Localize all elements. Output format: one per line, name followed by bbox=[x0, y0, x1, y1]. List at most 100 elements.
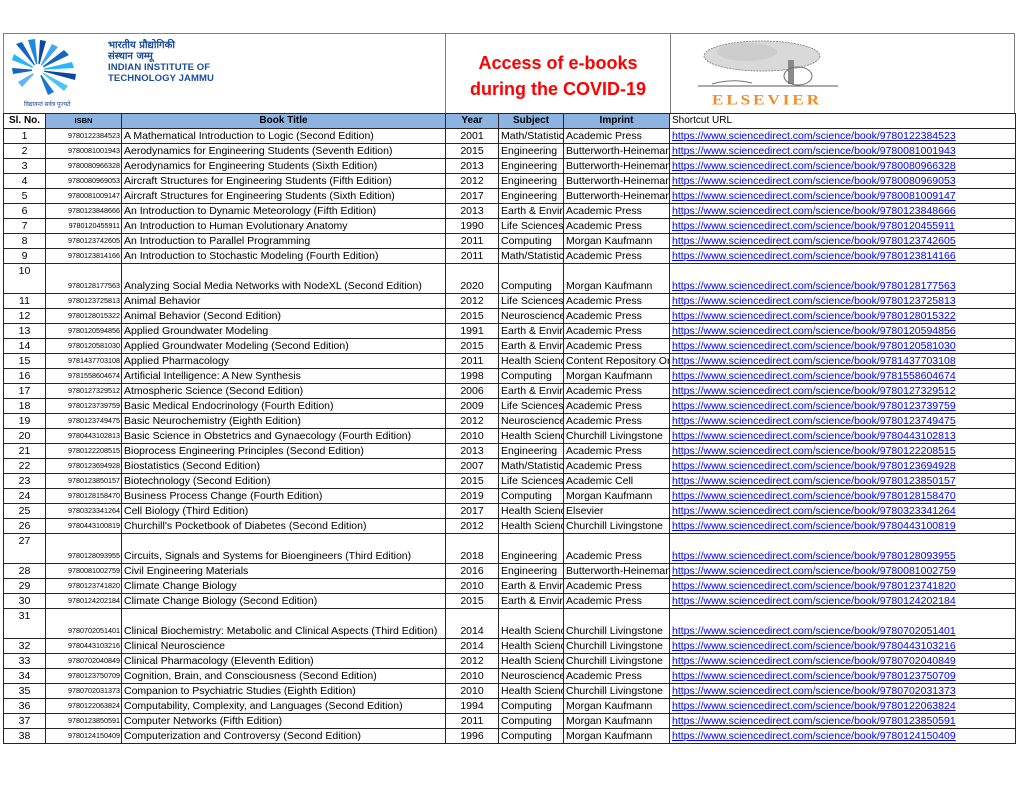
cell-isbn[interactable]: 9780080969053 bbox=[45, 173, 122, 189]
cell-slno[interactable]: 35 bbox=[3, 683, 46, 699]
cell-isbn[interactable]: 9780120594856 bbox=[45, 323, 122, 339]
cell-title[interactable]: Artificial Intelligence: A New Synthesis bbox=[121, 368, 446, 384]
col-header-year[interactable]: Year bbox=[445, 113, 499, 129]
cell-slno[interactable]: 28 bbox=[3, 563, 46, 579]
shortcut-url-link[interactable]: https://www.sciencedirect.com/science/bo… bbox=[672, 130, 956, 142]
cell-title[interactable]: Cell Biology (Third Edition) bbox=[121, 503, 446, 519]
cell-title[interactable]: Applied Groundwater Modeling bbox=[121, 323, 446, 339]
shortcut-url-link[interactable]: https://www.sciencedirect.com/science/bo… bbox=[672, 700, 956, 712]
cell-isbn[interactable]: 9780128158470 bbox=[45, 488, 122, 504]
cell-imprint[interactable]: Morgan Kaufmann bbox=[563, 233, 670, 249]
cell-imprint[interactable]: Academic Press bbox=[563, 578, 670, 594]
shortcut-url-link[interactable]: https://www.sciencedirect.com/science/bo… bbox=[672, 625, 956, 637]
cell-imprint[interactable]: Churchill Livingstone bbox=[563, 638, 670, 654]
cell-subject[interactable]: Engineering bbox=[498, 443, 564, 459]
cell-url[interactable]: https://www.sciencedirect.com/science/bo… bbox=[669, 308, 1016, 324]
cell-year[interactable]: 2011 bbox=[445, 248, 499, 264]
cell-year[interactable]: 2001 bbox=[445, 128, 499, 144]
cell-imprint[interactable]: Academic Cell bbox=[563, 473, 670, 489]
cell-title[interactable]: Circuits, Signals and Systems for Bioeng… bbox=[121, 533, 446, 564]
cell-isbn[interactable]: 9780081002759 bbox=[45, 563, 122, 579]
cell-imprint[interactable]: Morgan Kaufmann bbox=[563, 263, 670, 294]
cell-slno[interactable]: 23 bbox=[3, 473, 46, 489]
cell-year[interactable]: 2019 bbox=[445, 488, 499, 504]
cell-isbn[interactable]: 9780080966328 bbox=[45, 158, 122, 174]
cell-url[interactable]: https://www.sciencedirect.com/science/bo… bbox=[669, 413, 1016, 429]
cell-imprint[interactable]: Academic Press bbox=[563, 308, 670, 324]
cell-year[interactable]: 1990 bbox=[445, 218, 499, 234]
cell-url[interactable]: https://www.sciencedirect.com/science/bo… bbox=[669, 218, 1016, 234]
shortcut-url-link[interactable]: https://www.sciencedirect.com/science/bo… bbox=[672, 190, 956, 202]
cell-year[interactable]: 1996 bbox=[445, 728, 499, 744]
shortcut-url-link[interactable]: https://www.sciencedirect.com/science/bo… bbox=[672, 295, 956, 307]
cell-year[interactable]: 2020 bbox=[445, 263, 499, 294]
shortcut-url-link[interactable]: https://www.sciencedirect.com/science/bo… bbox=[672, 475, 956, 487]
cell-slno[interactable]: 1 bbox=[3, 128, 46, 144]
shortcut-url-link[interactable]: https://www.sciencedirect.com/science/bo… bbox=[672, 595, 956, 607]
cell-title[interactable]: Animal Behavior bbox=[121, 293, 446, 309]
cell-slno[interactable]: 18 bbox=[3, 398, 46, 414]
cell-subject[interactable]: Health Sciences bbox=[498, 653, 564, 669]
cell-subject[interactable]: Earth & Environmental bbox=[498, 383, 564, 399]
cell-isbn[interactable]: 9780323341264 bbox=[45, 503, 122, 519]
cell-isbn[interactable]: 9780123739759 bbox=[45, 398, 122, 414]
cell-isbn[interactable]: 9780123850157 bbox=[45, 473, 122, 489]
cell-slno[interactable]: 26 bbox=[3, 518, 46, 534]
cell-year[interactable]: 2011 bbox=[445, 353, 499, 369]
shortcut-url-link[interactable]: https://www.sciencedirect.com/science/bo… bbox=[672, 445, 956, 457]
cell-isbn[interactable]: 9780122208515 bbox=[45, 443, 122, 459]
cell-year[interactable]: 2011 bbox=[445, 713, 499, 729]
cell-imprint[interactable]: Academic Press bbox=[563, 533, 670, 564]
shortcut-url-link[interactable]: https://www.sciencedirect.com/science/bo… bbox=[672, 520, 956, 532]
cell-slno[interactable]: 9 bbox=[3, 248, 46, 264]
cell-isbn[interactable]: 9780123814166 bbox=[45, 248, 122, 264]
cell-title[interactable]: Analyzing Social Media Networks with Nod… bbox=[121, 263, 446, 294]
cell-isbn[interactable]: 9780081009147 bbox=[45, 188, 122, 204]
cell-isbn[interactable]: 9780122063824 bbox=[45, 698, 122, 714]
cell-url[interactable]: https://www.sciencedirect.com/science/bo… bbox=[669, 158, 1016, 174]
cell-slno[interactable]: 25 bbox=[3, 503, 46, 519]
cell-isbn[interactable]: 9780128015322 bbox=[45, 308, 122, 324]
cell-isbn[interactable]: 9780128093955 bbox=[45, 533, 122, 564]
cell-subject[interactable]: Math/Statistics bbox=[498, 128, 564, 144]
shortcut-url-link[interactable]: https://www.sciencedirect.com/science/bo… bbox=[672, 490, 956, 502]
col-header-subject[interactable]: Subject bbox=[498, 113, 564, 129]
cell-subject[interactable]: Earth & Environmental bbox=[498, 203, 564, 219]
cell-subject[interactable]: Computing bbox=[498, 713, 564, 729]
cell-title[interactable]: Atmospheric Science (Second Edition) bbox=[121, 383, 446, 399]
cell-slno[interactable]: 20 bbox=[3, 428, 46, 444]
cell-url[interactable]: https://www.sciencedirect.com/science/bo… bbox=[669, 443, 1016, 459]
shortcut-url-link[interactable]: https://www.sciencedirect.com/science/bo… bbox=[672, 325, 956, 337]
cell-year[interactable]: 1991 bbox=[445, 323, 499, 339]
cell-slno[interactable]: 34 bbox=[3, 668, 46, 684]
cell-year[interactable]: 2013 bbox=[445, 203, 499, 219]
cell-url[interactable]: https://www.sciencedirect.com/science/bo… bbox=[669, 128, 1016, 144]
cell-title[interactable]: Aerodynamics for Engineering Students (S… bbox=[121, 158, 446, 174]
cell-title[interactable]: Basic Medical Endocrinology (Fourth Edit… bbox=[121, 398, 446, 414]
cell-title[interactable]: Clinical Biochemistry: Metabolic and Cli… bbox=[121, 608, 446, 639]
cell-imprint[interactable]: Morgan Kaufmann bbox=[563, 488, 670, 504]
cell-isbn[interactable]: 9780124202184 bbox=[45, 593, 122, 609]
cell-title[interactable]: Clinical Neuroscience bbox=[121, 638, 446, 654]
cell-slno[interactable]: 11 bbox=[3, 293, 46, 309]
cell-slno[interactable]: 31 bbox=[3, 608, 46, 639]
cell-url[interactable]: https://www.sciencedirect.com/science/bo… bbox=[669, 563, 1016, 579]
shortcut-url-link[interactable]: https://www.sciencedirect.com/science/bo… bbox=[672, 175, 956, 187]
cell-isbn[interactable]: 9781437703108 bbox=[45, 353, 122, 369]
cell-slno[interactable]: 10 bbox=[3, 263, 46, 294]
cell-year[interactable]: 2013 bbox=[445, 158, 499, 174]
cell-isbn[interactable]: 9780122384523 bbox=[45, 128, 122, 144]
cell-year[interactable]: 2007 bbox=[445, 458, 499, 474]
cell-url[interactable]: https://www.sciencedirect.com/science/bo… bbox=[669, 683, 1016, 699]
shortcut-url-link[interactable]: https://www.sciencedirect.com/science/bo… bbox=[672, 205, 956, 217]
cell-title[interactable]: Biostatistics (Second Edition) bbox=[121, 458, 446, 474]
cell-title[interactable]: Aerodynamics for Engineering Students (S… bbox=[121, 143, 446, 159]
cell-subject[interactable]: Computing bbox=[498, 263, 564, 294]
cell-imprint[interactable]: Academic Press bbox=[563, 323, 670, 339]
col-header-title[interactable]: Book Title bbox=[121, 113, 446, 129]
cell-subject[interactable]: Computing bbox=[498, 488, 564, 504]
cell-imprint[interactable]: Academic Press bbox=[563, 248, 670, 264]
cell-subject[interactable]: Health Sciences bbox=[498, 428, 564, 444]
shortcut-url-link[interactable]: https://www.sciencedirect.com/science/bo… bbox=[672, 340, 956, 352]
cell-imprint[interactable]: Academic Press bbox=[563, 398, 670, 414]
